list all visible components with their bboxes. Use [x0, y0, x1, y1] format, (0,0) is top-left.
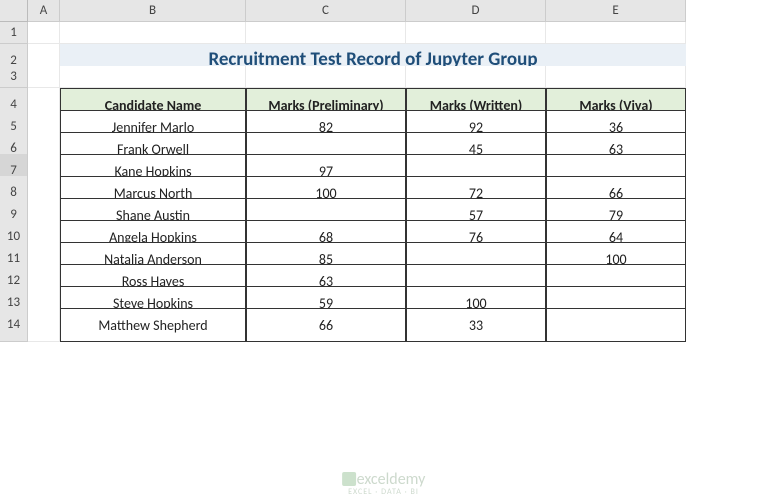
cell-A1[interactable] [28, 22, 60, 44]
row-header-14[interactable]: 14 [0, 308, 28, 342]
col-header-C[interactable]: C [246, 0, 406, 22]
cell-E3[interactable] [546, 66, 686, 88]
watermark-sub: EXCEL · DATA · BI [342, 487, 426, 497]
row-header-1[interactable]: 1 [0, 22, 28, 44]
spreadsheet-grid: A B C D E 1 2 Recruitment Test Record of… [0, 0, 767, 330]
cell-B1[interactable] [60, 22, 246, 44]
td-prelim[interactable]: 66 [246, 308, 406, 342]
cell-A14[interactable] [28, 308, 60, 342]
watermark-main: exceldemy [357, 470, 426, 489]
row-header-3[interactable]: 3 [0, 66, 28, 88]
td-written[interactable]: 33 [406, 308, 546, 342]
cell-E1[interactable] [546, 22, 686, 44]
watermark: exceldemy EXCEL · DATA · BI [342, 470, 426, 497]
cell-C3[interactable] [246, 66, 406, 88]
logo-icon [342, 472, 356, 486]
col-header-A[interactable]: A [28, 0, 60, 22]
cell-D3[interactable] [406, 66, 546, 88]
td-name[interactable]: Matthew Shepherd [60, 308, 246, 342]
selectall-corner[interactable] [0, 0, 28, 22]
cell-D1[interactable] [406, 22, 546, 44]
col-header-B[interactable]: B [60, 0, 246, 22]
cell-C1[interactable] [246, 22, 406, 44]
cell-B3[interactable] [60, 66, 246, 88]
col-header-D[interactable]: D [406, 0, 546, 22]
col-header-E[interactable]: E [546, 0, 686, 22]
td-viva[interactable] [546, 308, 686, 342]
cell-A3[interactable] [28, 66, 60, 88]
